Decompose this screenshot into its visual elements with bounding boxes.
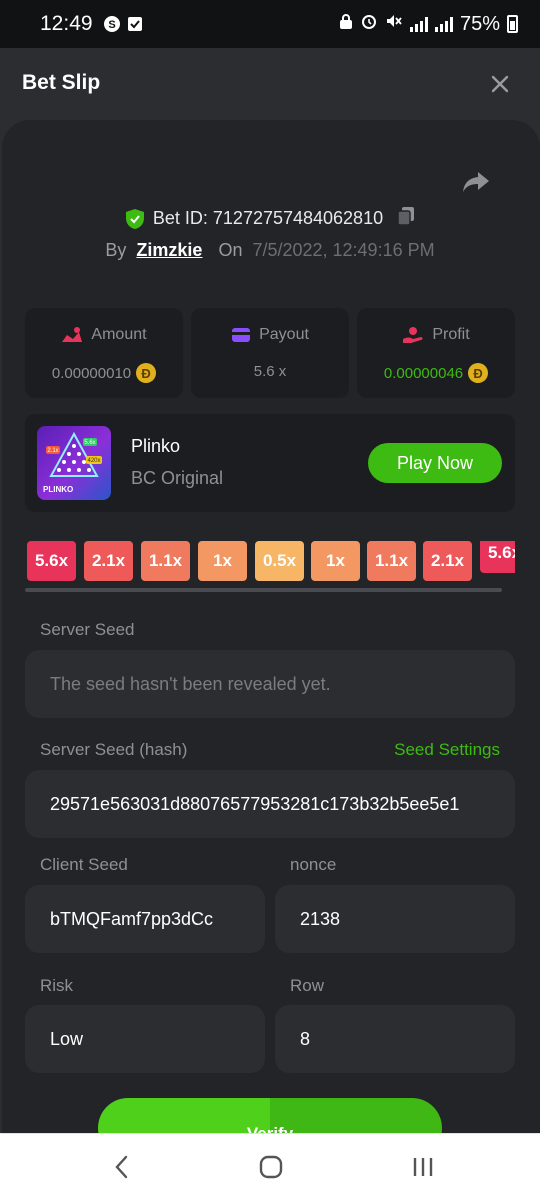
profit-value: 0.00000046 <box>383 364 464 382</box>
multiplier-bucket: 2.1x <box>423 541 472 581</box>
client-seed-label: Client Seed <box>40 855 128 874</box>
copy-button[interactable] <box>397 206 415 231</box>
bet-id-row: Bet ID: 71272757484062810 <box>0 206 540 231</box>
verified-shield-icon <box>125 208 144 229</box>
system-nav-bar <box>0 1133 540 1200</box>
game-subtitle: BC Original <box>131 468 224 488</box>
server-seed-hash-label: Server Seed (hash) <box>40 740 188 759</box>
server-seed-field[interactable]: The seed hasn't been revealed yet. <box>25 650 515 718</box>
profit-label: Profit <box>432 326 470 343</box>
home-icon <box>259 1155 283 1179</box>
username-link[interactable]: Zimzkie <box>136 240 202 261</box>
close-icon <box>491 75 509 93</box>
checkbox-icon <box>127 16 143 32</box>
back-icon <box>115 1155 128 1179</box>
signal-icon <box>409 16 428 32</box>
alarm-icon <box>360 12 378 36</box>
row-field[interactable]: 8 <box>275 1005 515 1073</box>
payout-value: 5.6 x <box>253 363 287 380</box>
multiplier-bucket: 1x <box>311 541 360 581</box>
thumb-badge-3: 420x <box>87 458 100 464</box>
multiplier-row: 5.6x 2.1x 1.1x 1x 0.5x 1x 1.1x 2.1x 5.6x <box>27 541 515 581</box>
amount-card: Amount 0.00000010 Đ <box>25 308 183 398</box>
svg-text:S: S <box>108 19 115 31</box>
multiplier-bucket: 1x <box>198 541 247 581</box>
status-bar: 12:49 S 75% <box>0 0 540 48</box>
back-button[interactable] <box>104 1152 138 1182</box>
thumb-badge-1: 2.1x <box>47 448 58 454</box>
seed-settings-link[interactable]: Seed Settings <box>394 740 500 760</box>
wallet-icon <box>232 328 251 342</box>
amount-label: Amount <box>91 326 147 343</box>
mute-icon <box>385 12 403 36</box>
multiplier-scroll-track[interactable] <box>25 588 502 592</box>
game-card: 2.1x 5.6x 420x PLINKO Plinko BC Original… <box>25 414 515 512</box>
home-button[interactable] <box>254 1152 288 1182</box>
sync-icon: S <box>103 15 121 33</box>
risk-field[interactable]: Low <box>25 1005 265 1073</box>
payout-card: Payout 5.6 x <box>191 308 349 398</box>
bet-slip-header: Bet Slip <box>0 48 540 120</box>
copy-icon <box>397 207 415 226</box>
by-label: By <box>105 240 127 260</box>
lte-signal-icon <box>434 16 453 32</box>
game-name: Plinko <box>131 436 181 456</box>
server-seed-hash-field[interactable]: 29571e563031d88076577953281c173b32b5ee5e… <box>25 770 515 838</box>
on-label: On <box>218 240 243 260</box>
thumb-title: PLINKO <box>43 485 74 494</box>
multiplier-bucket: 0.5x <box>255 541 304 581</box>
row-label: Row <box>290 976 325 995</box>
share-button[interactable] <box>462 170 492 196</box>
multiplier-bucket-hit: 5.6x <box>480 541 515 573</box>
bet-id: Bet ID: 71272757484062810 <box>152 208 384 228</box>
plinko-thumbnail[interactable]: 2.1x 5.6x 420x PLINKO <box>37 426 111 500</box>
recents-icon <box>413 1158 433 1176</box>
lock-icon <box>339 13 353 36</box>
battery-percent: 75% <box>459 12 500 35</box>
client-seed-field[interactable]: bTMQFamf7pp3dCc <box>25 885 265 953</box>
multiplier-bucket: 1.1x <box>141 541 190 581</box>
play-now-button[interactable]: Play Now <box>368 443 502 483</box>
multiplier-bucket: 5.6x <box>27 541 76 581</box>
nonce-field[interactable]: 2138 <box>275 885 515 953</box>
recents-button[interactable] <box>406 1152 440 1182</box>
thumb-badge-2: 5.6x <box>84 440 95 446</box>
risk-label: Risk <box>40 976 74 995</box>
server-seed-label: Server Seed <box>40 620 135 639</box>
payout-label: Payout <box>259 326 309 343</box>
amount-value: 0.00000010 <box>51 364 132 382</box>
page-title: Bet Slip <box>22 71 101 94</box>
profit-hand-icon <box>403 327 423 343</box>
multiplier-bucket: 2.1x <box>84 541 133 581</box>
bet-byline: By Zimzkie On 7/5/2022, 12:49:16 PM <box>0 240 540 261</box>
clock: 12:49 <box>40 12 93 35</box>
battery-icon <box>507 15 518 33</box>
amount-icon <box>62 327 83 342</box>
share-icon <box>463 172 489 192</box>
bet-date: 7/5/2022, 12:49:16 PM <box>252 240 435 260</box>
coin-icon: Đ <box>136 363 157 383</box>
close-button[interactable] <box>484 68 516 100</box>
multiplier-bucket: 1.1x <box>367 541 416 581</box>
profit-card: Profit 0.00000046 Đ <box>357 308 515 398</box>
nonce-label: nonce <box>290 855 337 874</box>
coin-icon: Đ <box>468 363 489 383</box>
